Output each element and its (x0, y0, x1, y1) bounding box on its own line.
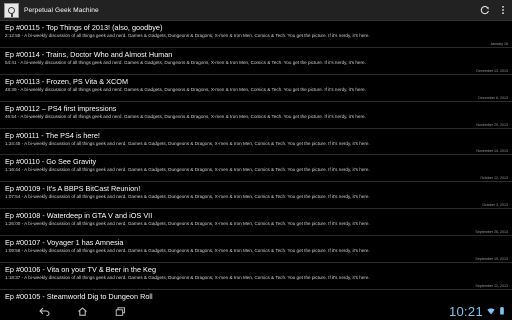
episode-description: 46:54 - A bi-weekly discussion of all th… (5, 113, 366, 119)
episode-list-item[interactable]: Ep #00114 - Trains, Doctor Who and Almos… (0, 48, 512, 75)
recent-apps-icon (115, 306, 125, 316)
episode-list-item[interactable]: Ep #00108 - Waterdeep in GTA V and iOS V… (0, 209, 512, 237)
episode-title: Ep #00108 - Waterdeep in GTA V and iOS V… (5, 211, 153, 221)
episode-date: December 13, 2013 (476, 68, 508, 73)
app-title: Perpetual Geek Machine (24, 6, 99, 14)
battery-icon (500, 307, 504, 315)
episode-list-item[interactable]: Ep #00115 - Top Things of 2013! (also, g… (0, 21, 512, 48)
episode-list-item[interactable]: Ep #00112 – PS4 first impressions 46:54 -… (0, 102, 512, 129)
episode-list-item[interactable]: Ep #00111 - The PS4 is here! 1:34:45 - A … (0, 129, 512, 156)
episode-description: 1:18:37 - A bi-weekly discussion of all … (5, 275, 370, 281)
status-clock: 10:21 (448, 303, 483, 319)
episode-description: 1:07:54 - A bi-weekly discussion of all … (5, 194, 370, 200)
wifi-icon (487, 308, 495, 315)
app-logo-icon[interactable] (4, 2, 19, 18)
episode-title: Ep #00105 - Steamworld Dig to Dungeon Ro… (5, 291, 153, 301)
back-button[interactable] (34, 302, 54, 320)
overflow-menu-icon (502, 6, 504, 14)
episode-description: 1:26:00 - A bi-weekly discussion of all … (5, 221, 370, 227)
episode-date: December 6, 2013 (478, 95, 508, 100)
home-icon (77, 306, 87, 316)
episode-date: September 19, 2013 (475, 257, 508, 262)
episode-title: Ep #00112 – PS4 first impressions (5, 103, 117, 113)
episode-list-item[interactable]: Ep #00113 - Frozen, PS Vita & XCOM 48:39 … (0, 75, 512, 102)
episode-description: 1:16:44 - A bi-weekly discussion of all … (5, 167, 370, 173)
episode-title: Ep #00109 - It's A BBPS BitCast Reunion! (5, 184, 141, 194)
episode-list-item[interactable]: Ep #00110 - Go See Gravity 1:16:44 - A bi… (0, 155, 512, 183)
overflow-menu-button[interactable] (494, 0, 512, 21)
episode-title: Ep #00115 - Top Things of 2013! (also, g… (5, 23, 163, 32)
episode-list[interactable]: Ep #00115 - Top Things of 2013! (also, g… (0, 21, 512, 302)
episode-date: September 12, 2013 (475, 283, 508, 288)
episode-description: 1:09:58 - A bi-weekly discussion of all … (5, 248, 370, 254)
episode-date: November 29, 2013 (476, 122, 508, 127)
recent-apps-button[interactable] (110, 302, 130, 320)
episode-description: 1:34:45 - A bi-weekly discussion of all … (5, 140, 370, 146)
action-bar: Perpetual Geek Machine (0, 0, 512, 21)
home-button[interactable] (72, 302, 92, 320)
refresh-icon (480, 5, 489, 15)
system-navigation-bar: 10:21 (0, 302, 512, 320)
back-icon (38, 307, 49, 316)
episode-description: 54:41 - A bi-weekly discussion of all th… (5, 59, 366, 65)
episode-list-item[interactable]: Ep #00107 - Voyager 1 has Amnesia 1:09:58… (0, 236, 512, 264)
episode-title: Ep #00106 - Vita on your TV & Beer in th… (5, 265, 157, 275)
episode-title: Ep #00107 - Voyager 1 has Amnesia (5, 238, 124, 248)
episode-title: Ep #00110 - Go See Gravity (5, 157, 97, 167)
episode-list-item[interactable]: Ep #00109 - It's A BBPS BitCast Reunion!… (0, 182, 512, 210)
episode-date: January 16 (490, 41, 508, 46)
episode-title: Ep #00111 - The PS4 is here! (5, 130, 100, 140)
episode-title: Ep #00113 - Frozen, PS Vita & XCOM (5, 76, 129, 86)
episode-description: 48:39 - A bi-weekly discussion of all th… (5, 86, 366, 92)
refresh-button[interactable] (476, 0, 494, 21)
episode-date: November 14, 2013 (476, 149, 508, 154)
episode-date: September 26, 2013 (475, 230, 508, 235)
episode-list-item[interactable]: Ep #00106 - Vita on your TV & Beer in th… (0, 263, 512, 290)
episode-list-item[interactable]: Ep #00105 - Steamworld Dig to Dungeon Ro… (0, 290, 512, 302)
episode-date: October 12, 2013 (480, 176, 508, 181)
episode-title: Ep #00114 - Trains, Doctor Who and Almos… (5, 49, 173, 59)
episode-date: October 3, 2013 (482, 203, 508, 208)
episode-description: 2:12:55 - A bi-weekly discussion of all … (5, 33, 370, 38)
